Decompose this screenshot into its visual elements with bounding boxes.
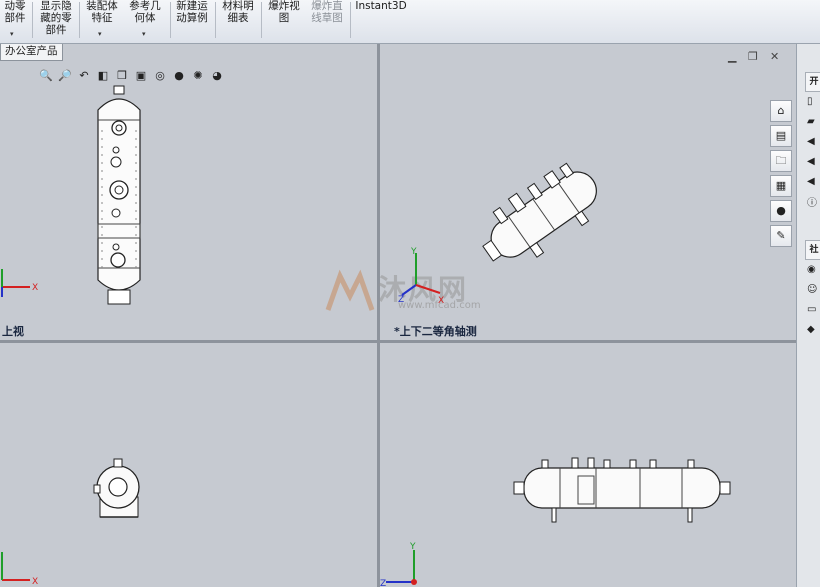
scene-icon[interactable]: ✺ [190,68,206,84]
close-viewport-icon[interactable]: ✕ [770,50,779,63]
toolbar-button-new-motion-study[interactable]: 新建运 动算例 [173,0,211,24]
task-pane-tab-community[interactable]: 社 [805,240,820,260]
appearances-icon[interactable]: ● [770,200,792,222]
axis-z-label: Z [398,295,404,305]
arrow-icon[interactable]: ◀ [807,176,819,188]
chat-icon[interactable]: ▭ [807,304,819,316]
viewport-splitter-vertical[interactable] [377,44,380,587]
axis-triad-iso: Y Z X [398,247,444,306]
feature-tree-tab[interactable]: 办公室产品 [0,44,63,61]
section-view-icon[interactable]: ◧ [95,68,111,84]
axis-y-label: Y [410,247,417,257]
toolbar-button-explode-line-sketch[interactable]: 爆炸直 线草图 [307,0,347,24]
display-style-icon[interactable]: ▣ [133,68,149,84]
view-label-top: 上视 [2,325,24,338]
dropdown-arrow-icon[interactable]: ▾ [10,28,14,40]
info-icon[interactable]: ⓘ [807,198,819,210]
zoom-area-icon[interactable]: 🔎 [57,68,73,84]
design-library-icon[interactable]: ▤ [770,125,792,147]
toolbar-button-show-hidden[interactable]: 显示隐 藏的零 部件 [37,0,75,36]
vessel-model-end-view[interactable] [92,457,142,522]
axis-z-label: Z [380,579,386,587]
folder-icon[interactable]: ▰ [807,116,819,128]
home-icon[interactable]: ⌂ [770,100,792,122]
previous-view-icon[interactable]: ↶ [76,68,92,84]
graphics-area[interactable]: 办公室产品 🔍 🔎 ↶ ◧ ❒ ▣ ◎ ● ✺ ◕ ▁ ❐ ✕ 沐风网 www.… [0,44,796,587]
axis-triad-top-left: X [1,269,38,297]
hide-show-icon[interactable]: ◎ [152,68,168,84]
view-orientation-icon[interactable]: ❒ [114,68,130,84]
minimize-viewport-icon[interactable]: ▁ [728,50,736,63]
globe-icon[interactable]: ◉ [807,264,819,276]
task-pane: 开 ▯ ▰ ◀ ◀ ◀ ⓘ 社 ◉ ☺ ▭ ◆ [796,44,820,587]
watermark-logo [325,269,375,311]
view-settings-icon[interactable]: ◕ [209,68,225,84]
toolbar-button-bom[interactable]: 材料明 细表 [219,0,257,24]
toolbar-button-exploded-view[interactable]: 爆炸视 图 [265,0,303,24]
axis-x-label: X [32,283,38,293]
dropdown-arrow-icon[interactable]: ▾ [98,28,102,40]
axis-y-label: Y [409,542,416,552]
document-icon[interactable]: ▯ [807,96,819,108]
restore-viewport-icon[interactable]: ❐ [748,50,758,63]
axis-triad-bottom-right: Y Z [380,542,417,587]
appearance-icon[interactable]: ● [171,68,187,84]
task-pane-tab-open[interactable]: 开 [805,72,820,92]
custom-properties-icon[interactable]: ✎ [770,225,792,247]
toolbar-button-reference-geometry[interactable]: 参考几 何体 ▾ [126,0,164,38]
arrow-icon[interactable]: ◀ [807,136,819,148]
arrow-icon[interactable]: ◀ [807,156,819,168]
axis-x-label: X [32,577,38,587]
vessel-model-iso-view[interactable] [472,148,607,278]
viewport-splitter-horizontal[interactable] [0,340,796,343]
axis-triad-bottom-left: X [1,552,38,587]
toolbar-button-move-component[interactable]: 动零 部件 ▾ [0,0,30,38]
file-explorer-icon[interactable]: 🗀 [770,150,792,172]
vessel-model-side-view[interactable] [512,456,732,524]
command-toolbar: 动零 部件 ▾ 显示隐 藏的零 部件 装配体 特征 ▾ 参考几 何体 ▾ 新建运… [0,0,820,44]
toolbar-button-assembly-feature[interactable]: 装配体 特征 ▾ [84,0,120,38]
rss-icon[interactable]: ◆ [807,324,819,336]
zoom-to-fit-icon[interactable]: 🔍 [38,68,54,84]
heads-up-toolbar: 🔍 🔎 ↶ ◧ ❒ ▣ ◎ ● ✺ ◕ [38,68,225,84]
vessel-model-top-view[interactable] [94,85,144,305]
toolbar-button-instant3d[interactable]: Instant3D [355,0,407,12]
view-palette-icon[interactable]: ▦ [770,175,792,197]
dropdown-arrow-icon[interactable]: ▾ [142,28,146,40]
axis-x-label: X [438,296,444,306]
user-icon[interactable]: ☺ [807,284,819,296]
view-label-isometric: *上下二等角轴测 [394,325,477,338]
task-pane-icons: ⌂ ▤ 🗀 ▦ ● ✎ [770,100,792,250]
